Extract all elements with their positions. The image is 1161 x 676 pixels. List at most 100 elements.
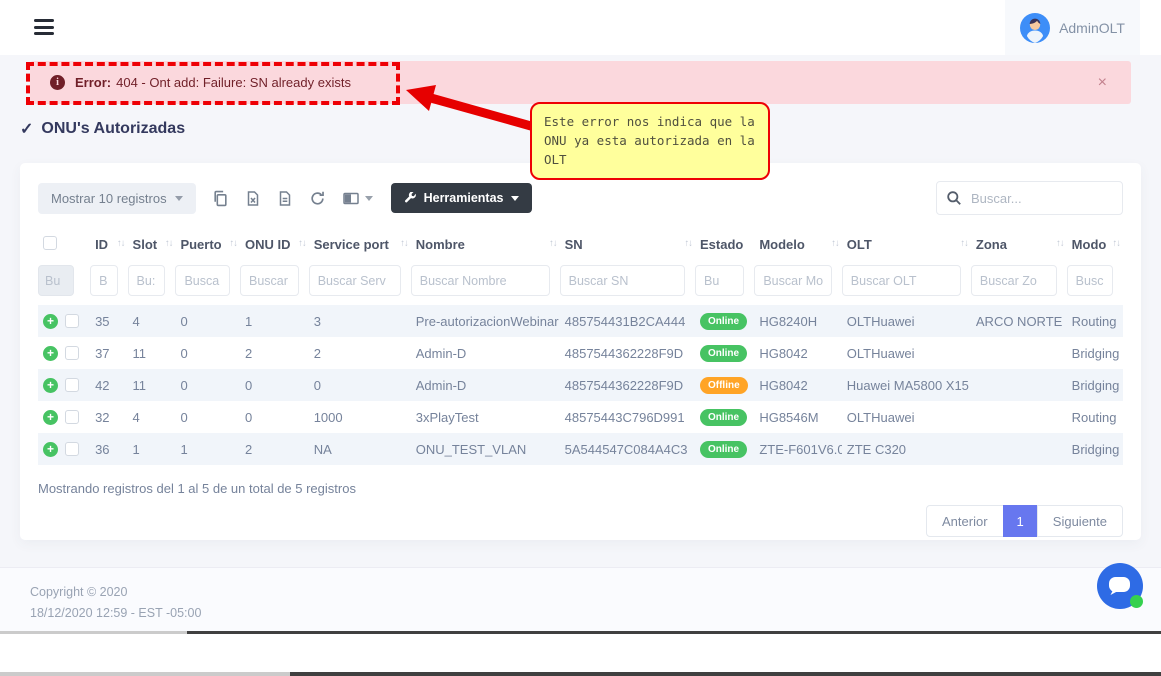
column-visibility-button[interactable] — [342, 190, 373, 207]
sort-icon[interactable]: ↑↓ — [165, 238, 173, 249]
pagination-next-button[interactable]: Siguiente — [1037, 505, 1123, 537]
sort-icon[interactable]: ↑↓ — [1056, 238, 1064, 249]
pagination-page-1[interactable]: 1 — [1003, 505, 1038, 537]
filter-input-modelo[interactable] — [754, 265, 831, 296]
sort-icon[interactable]: ↑↓ — [117, 238, 125, 249]
expand-row-icon[interactable]: + — [43, 378, 58, 393]
row-checkbox[interactable] — [65, 442, 79, 456]
row-checkbox[interactable] — [65, 346, 79, 360]
table-filter-row — [38, 261, 1123, 305]
check-icon: ✓ — [20, 119, 33, 139]
scrollbar-track[interactable] — [0, 672, 1161, 676]
column-header-id[interactable]: ID↑↓ — [90, 228, 127, 261]
column-label: Estado — [700, 237, 743, 252]
cell-id: 37 — [90, 337, 127, 369]
cell-modo: Routing — [1067, 305, 1123, 337]
column-header-modelo[interactable]: Modelo ↑↓ — [754, 228, 841, 261]
cell-onu_id: 2 — [240, 337, 309, 369]
cell-estado: Online — [695, 337, 754, 369]
expand-row-icon[interactable]: + — [43, 314, 58, 329]
sort-icon[interactable]: ↑↓ — [831, 238, 839, 249]
cell-puerto: 1 — [175, 433, 240, 465]
copyright-text: Copyright © 2020 — [30, 582, 1131, 603]
cell-zona — [971, 401, 1067, 433]
user-menu[interactable]: AdminOLT — [1005, 0, 1140, 55]
filter-input-sn[interactable] — [560, 265, 685, 296]
expand-row-icon[interactable]: + — [43, 346, 58, 361]
sort-icon[interactable]: ↑↓ — [1113, 238, 1121, 249]
sort-icon[interactable]: ↑↓ — [960, 238, 968, 249]
search-input[interactable] — [936, 181, 1123, 215]
show-records-dropdown[interactable]: Mostrar 10 registros — [38, 183, 196, 214]
cell-service_port: NA — [309, 433, 411, 465]
excel-export-button[interactable] — [245, 190, 261, 207]
scrollbar-track[interactable] — [0, 631, 1161, 634]
column-header-slot[interactable]: Slot↑↓ — [128, 228, 176, 261]
select-all-checkbox[interactable] — [43, 236, 57, 250]
filter-input-estado[interactable] — [695, 265, 744, 296]
filter-input-id[interactable] — [90, 265, 117, 296]
cell-olt: OLTHuawei — [842, 337, 971, 369]
filter-cell-nombre — [411, 261, 560, 305]
sort-icon[interactable]: ↑↓ — [229, 238, 237, 249]
filter-cell-select — [38, 261, 90, 305]
column-header-onu_id[interactable]: ONU ID↑↓ — [240, 228, 309, 261]
expand-row-icon[interactable]: + — [43, 442, 58, 457]
onu-table: ID↑↓Slot↑↓Puerto↑↓ONU ID↑↓Service port↑↓… — [38, 228, 1123, 465]
column-header-nombre[interactable]: Nombre↑↓ — [411, 228, 560, 261]
refresh-button[interactable] — [309, 190, 326, 207]
column-header-sn[interactable]: SN↑↓ — [560, 228, 695, 261]
cell-modelo: HG8546M — [754, 401, 841, 433]
pagination-prev-button[interactable]: Anterior — [926, 505, 1004, 537]
cell-service_port: 2 — [309, 337, 411, 369]
chat-widget-button[interactable] — [1096, 562, 1144, 610]
filter-input-service_port[interactable] — [309, 265, 401, 296]
table-body: +354013Pre-autorizacionWebinar485754431B… — [38, 305, 1123, 465]
row-checkbox[interactable] — [65, 410, 79, 424]
column-label: Modo — [1072, 237, 1107, 252]
column-header-zona[interactable]: Zona↑↓ — [971, 228, 1067, 261]
file-export-button[interactable] — [277, 190, 293, 207]
filter-cell-slot — [128, 261, 176, 305]
search-icon — [946, 190, 962, 206]
filter-input-modo[interactable] — [1067, 265, 1113, 296]
cell-slot: 1 — [128, 433, 176, 465]
filter-input-puerto[interactable] — [175, 265, 230, 296]
filter-input-olt[interactable] — [842, 265, 961, 296]
page-title-text: ONU's Autorizadas — [41, 120, 185, 138]
cell-estado: Offline — [695, 369, 754, 401]
column-header-olt[interactable]: OLT↑↓ — [842, 228, 971, 261]
close-icon[interactable]: × — [1098, 75, 1107, 91]
filter-cell-zona — [971, 261, 1067, 305]
hamburger-menu-icon[interactable] — [34, 19, 54, 39]
sort-icon[interactable]: ↑↓ — [298, 238, 306, 249]
copy-icon — [212, 190, 229, 207]
filter-input-nombre[interactable] — [411, 265, 550, 296]
column-header-puerto[interactable]: Puerto↑↓ — [175, 228, 240, 261]
sort-icon[interactable]: ↑↓ — [549, 238, 557, 249]
column-header-service_port[interactable]: Service port↑↓ — [309, 228, 411, 261]
row-checkbox[interactable] — [65, 378, 79, 392]
status-badge: Online — [700, 409, 747, 426]
expand-row-icon[interactable]: + — [43, 410, 58, 425]
filter-input-onu_id[interactable] — [240, 265, 299, 296]
cell-modelo: ZTE-F601V6.0 — [754, 433, 841, 465]
filter-input-zona[interactable] — [971, 265, 1057, 296]
column-header-modo[interactable]: Modo ↑↓ — [1067, 228, 1123, 261]
cell-id: 35 — [90, 305, 127, 337]
copy-button[interactable] — [212, 190, 229, 207]
cell-service_port: 1000 — [309, 401, 411, 433]
row-checkbox[interactable] — [65, 314, 79, 328]
cell-id: 32 — [90, 401, 127, 433]
cell-puerto: 0 — [175, 337, 240, 369]
column-label: Modelo — [759, 237, 805, 252]
cell-service_port: 0 — [309, 369, 411, 401]
filter-cell-onu_id — [240, 261, 309, 305]
username: AdminOLT — [1059, 20, 1125, 36]
page-footer: Copyright © 2020 18/12/2020 12:59 - EST … — [0, 567, 1161, 631]
tools-dropdown-button[interactable]: Herramientas — [391, 183, 532, 213]
sort-icon[interactable]: ↑↓ — [684, 238, 692, 249]
sort-icon[interactable]: ↑↓ — [400, 238, 408, 249]
cell-modelo: HG8240H — [754, 305, 841, 337]
filter-input-slot[interactable] — [128, 265, 166, 296]
